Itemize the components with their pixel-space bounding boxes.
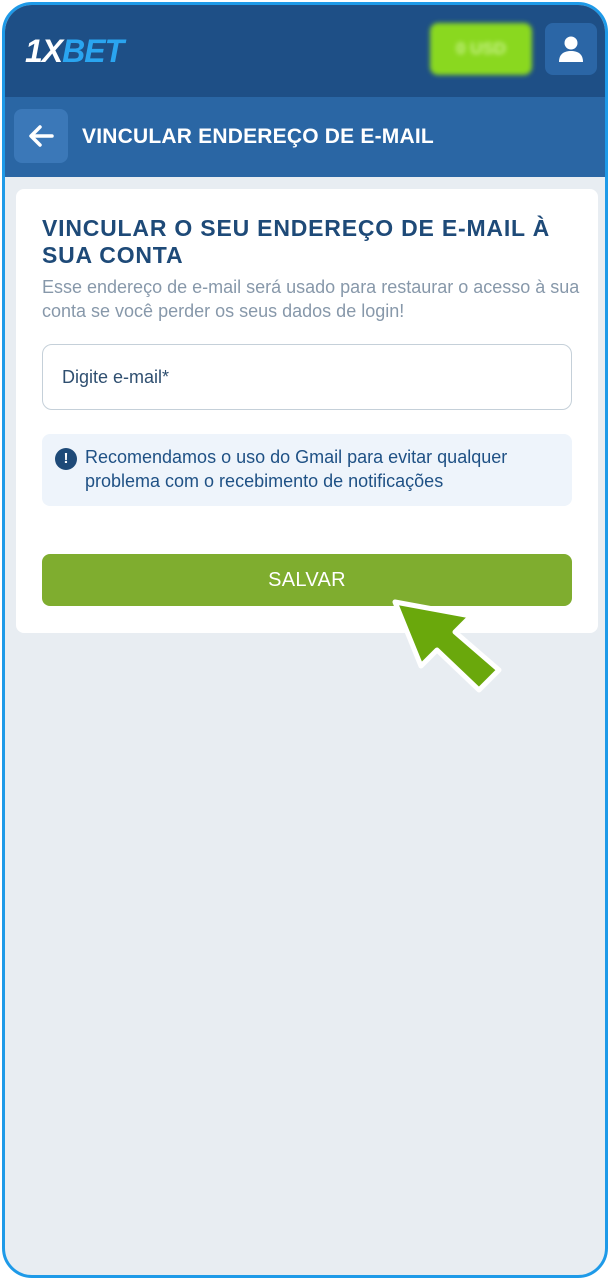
user-icon (559, 36, 583, 62)
logo-suffix: BET (62, 33, 124, 69)
email-input[interactable] (62, 366, 571, 388)
form-title: VINCULAR O SEU ENDEREÇO DE E-MAIL À SUA … (42, 215, 551, 268)
email-field[interactable] (42, 344, 572, 410)
page-title: VINCULAR ENDEREÇO DE E-MAIL (82, 125, 434, 148)
phone-frame: 1XBET 0 USD VINCULAR ENDEREÇO DE E-MAIL … (2, 2, 608, 1278)
brand-logo[interactable]: 1XBET (25, 29, 124, 73)
notice-text: Recomendamos o uso do Gmail para evitar … (85, 447, 508, 491)
gmail-notice: ! Recomendamos o uso do Gmail para evita… (42, 434, 572, 506)
email-link-card: VINCULAR O SEU ENDEREÇO DE E-MAIL À SUA … (16, 189, 598, 633)
profile-button[interactable] (545, 23, 597, 75)
back-button[interactable] (14, 109, 68, 163)
page-header: VINCULAR ENDEREÇO DE E-MAIL (5, 97, 605, 177)
exclamation-circle-icon: ! (55, 448, 77, 470)
balance-button[interactable]: 0 USD (430, 23, 532, 75)
logo-prefix: 1X (25, 33, 63, 69)
form-description: Esse endereço de e-mail será usado para … (42, 277, 580, 321)
arrow-left-icon (29, 125, 54, 147)
top-bar: 1XBET 0 USD (5, 5, 605, 97)
cursor-arrow-icon (392, 599, 502, 693)
